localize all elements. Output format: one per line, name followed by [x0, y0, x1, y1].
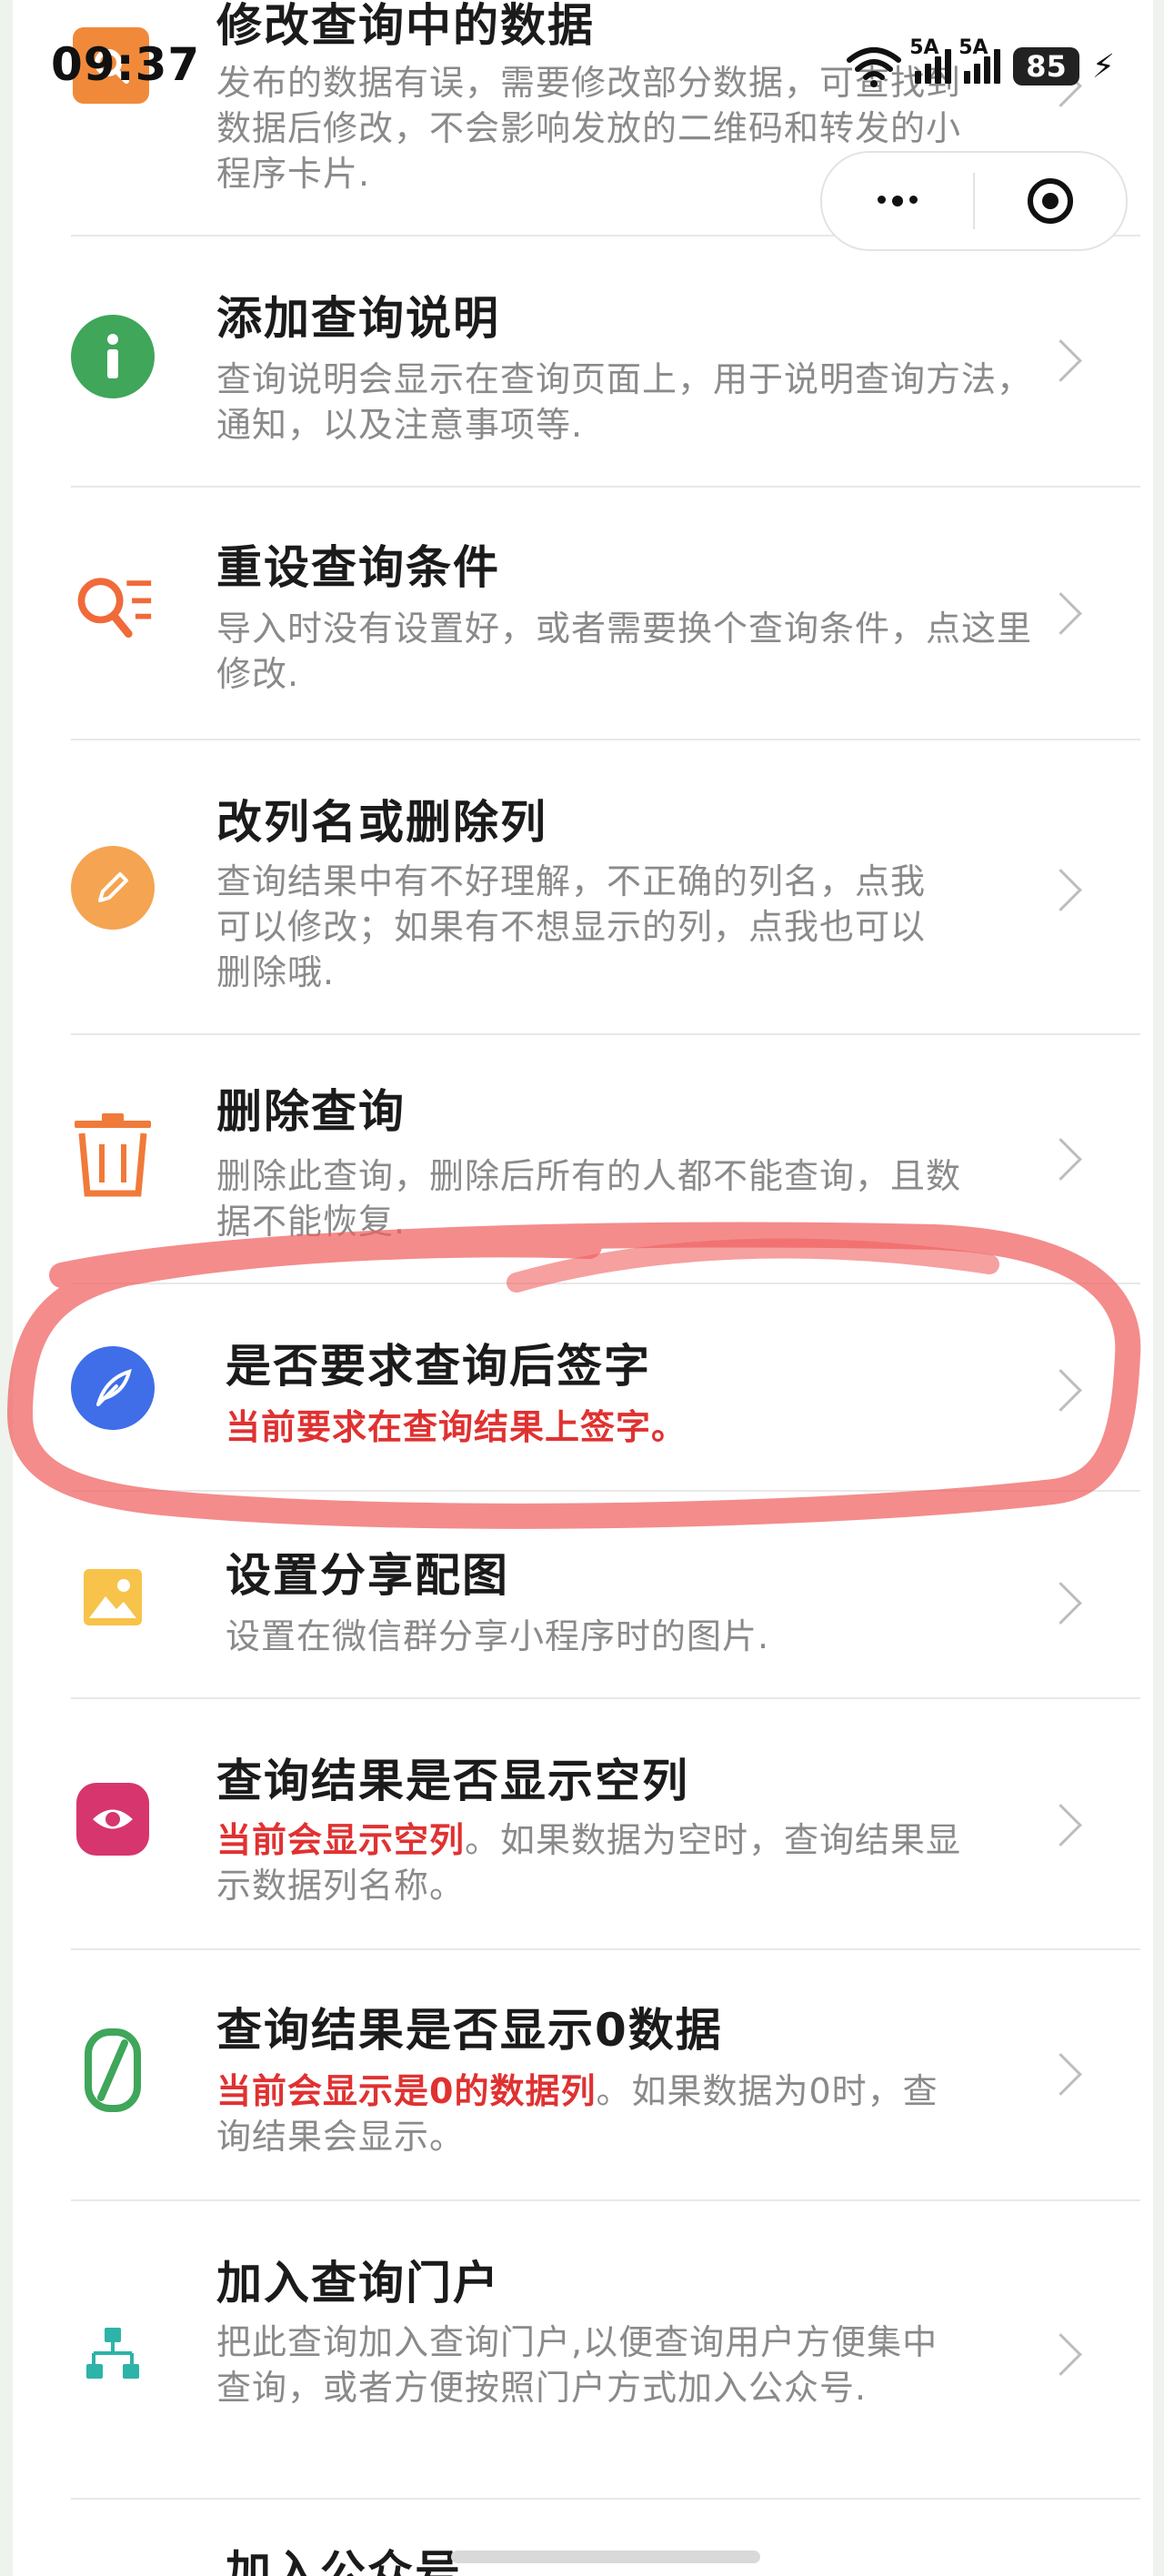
list-item-rename-columns[interactable]: 改列名或删除列 查询结果中有不好理解，不正确的列名，点我可以修改；如果有不想显示…: [71, 740, 1140, 1033]
list-item-add-portal[interactable]: 加入查询门户 把此查询加入查询门户,以便查询用户方便集中查询，或者方便按照门户方…: [71, 2201, 1140, 2498]
list-item-delete-query[interactable]: 删除查询 删除此查询，删除后所有的人都不能查询，且数据不能恢复.: [71, 1035, 1140, 1283]
feather-icon: [71, 1346, 155, 1430]
list-item-reset-conditions[interactable]: 重设查询条件 导入时没有设置好，或者需要换个查询条件，点这里修改.: [71, 488, 1140, 739]
mini-program-capsule: [820, 151, 1128, 251]
item-title: 查询结果是否显示空列: [216, 1755, 689, 1807]
publish-icon: [71, 2567, 155, 2576]
eye-icon: [76, 1783, 149, 1856]
pencil-icon: [71, 846, 155, 930]
item-description: 导入时没有设置好，或者需要换个查询条件，点这里修改.: [216, 609, 1033, 694]
item-description: 当前要求在查询结果上签字。: [226, 1404, 1044, 1450]
chevron-right-icon: [1039, 1582, 1082, 1625]
item-description: 删除此查询，删除后所有的人都不能查询，且数据不能恢复.: [216, 1156, 962, 1242]
chevron-right-icon: [1039, 592, 1082, 635]
more-button[interactable]: [822, 196, 973, 206]
item-title: 添加查询说明: [216, 292, 500, 345]
trash-icon: [71, 1113, 155, 1197]
zero-data-status: 当前会显示是0的数据列: [216, 2071, 597, 2111]
item-description: 把此查询加入查询门户,以便查询用户方便集中查询，或者方便按照门户方式加入公众号.: [216, 2322, 938, 2408]
sitemap-icon: [71, 2312, 155, 2396]
item-title: 是否要求查询后签字: [226, 1340, 651, 1393]
right-edge: [1153, 0, 1164, 2576]
chevron-right-icon: [1039, 1804, 1082, 1846]
close-button[interactable]: [975, 178, 1126, 224]
item-title: 加入公众号: [226, 2546, 462, 2576]
chevron-right-icon: [1039, 869, 1082, 911]
list-item-add-official-account[interactable]: 加入公众号: [71, 2500, 1140, 2576]
list-item-add-description[interactable]: 添加查询说明 查询说明会显示在查询页面上，用于说明查询方法，通知，以及注意事项等…: [71, 236, 1140, 486]
target-circle-icon: [1028, 178, 1073, 224]
info-icon: [71, 315, 155, 398]
image-icon: [71, 1555, 155, 1639]
zero-icon: [71, 2028, 155, 2112]
item-title: 删除查询: [216, 1085, 406, 1138]
chevron-right-icon: [1039, 1369, 1082, 1412]
item-title: 设置分享配图: [226, 1549, 509, 1602]
item-title: 改列名或删除列: [216, 796, 547, 849]
empty-column-status: 当前会显示空列: [216, 1820, 466, 1860]
item-description: 设置在微信群分享小程序时的图片.: [226, 1616, 770, 1656]
item-description: 当前会显示是0的数据列。如果数据为0时，查询结果会显示。: [216, 2071, 938, 2157]
item-title: 加入查询门户: [216, 2257, 500, 2309]
signal-1-icon: 5A: [909, 36, 952, 84]
charging-icon: ⚡: [1091, 47, 1115, 86]
battery-level: 85: [1013, 47, 1079, 86]
chevron-right-icon: [1039, 339, 1082, 382]
signal-2-icon: 5A: [958, 36, 1001, 84]
list-item-show-empty-columns[interactable]: 查询结果是否显示空列 当前会显示空列。如果数据为空时，查询结果显示数据列名称。: [71, 1699, 1140, 1948]
signature-status: 当前要求在查询结果上签字。: [226, 1407, 687, 1447]
item-title: 修改查询中的数据: [216, 0, 595, 52]
home-indicator[interactable]: [451, 2551, 760, 2563]
chevron-right-icon: [1039, 2053, 1082, 2096]
list-item-share-image[interactable]: 设置分享配图 设置在微信群分享小程序时的图片.: [71, 1492, 1140, 1697]
left-edge: [0, 0, 13, 2576]
chevron-right-icon: [1039, 1138, 1082, 1181]
status-time: 09:37: [51, 38, 201, 91]
chevron-right-icon: [1039, 2333, 1082, 2376]
item-description: 查询结果中有不好理解，不正确的列名，点我可以修改；如果有不想显示的列，点我也可以…: [216, 861, 927, 992]
wifi-icon: [847, 47, 902, 87]
status-icons: 5A 5A 85 ⚡: [846, 36, 1115, 87]
list-item-require-signature[interactable]: 是否要求查询后签字 当前要求在查询结果上签字。: [71, 1284, 1140, 1490]
item-title: 重设查询条件: [216, 541, 500, 594]
list-item-show-zero-data[interactable]: 查询结果是否显示0数据 当前会显示是0的数据列。如果数据为0时，查询结果会显示。: [71, 1950, 1140, 2199]
more-dots-icon: [878, 196, 918, 206]
item-title: 查询结果是否显示0数据: [216, 2004, 723, 2057]
item-description: 当前会显示空列。如果数据为空时，查询结果显示数据列名称。: [216, 1820, 962, 1906]
search-filter-icon: [71, 566, 155, 649]
item-description: 查询说明会显示在查询页面上，用于说明查询方法，通知，以及注意事项等.: [216, 359, 1033, 445]
